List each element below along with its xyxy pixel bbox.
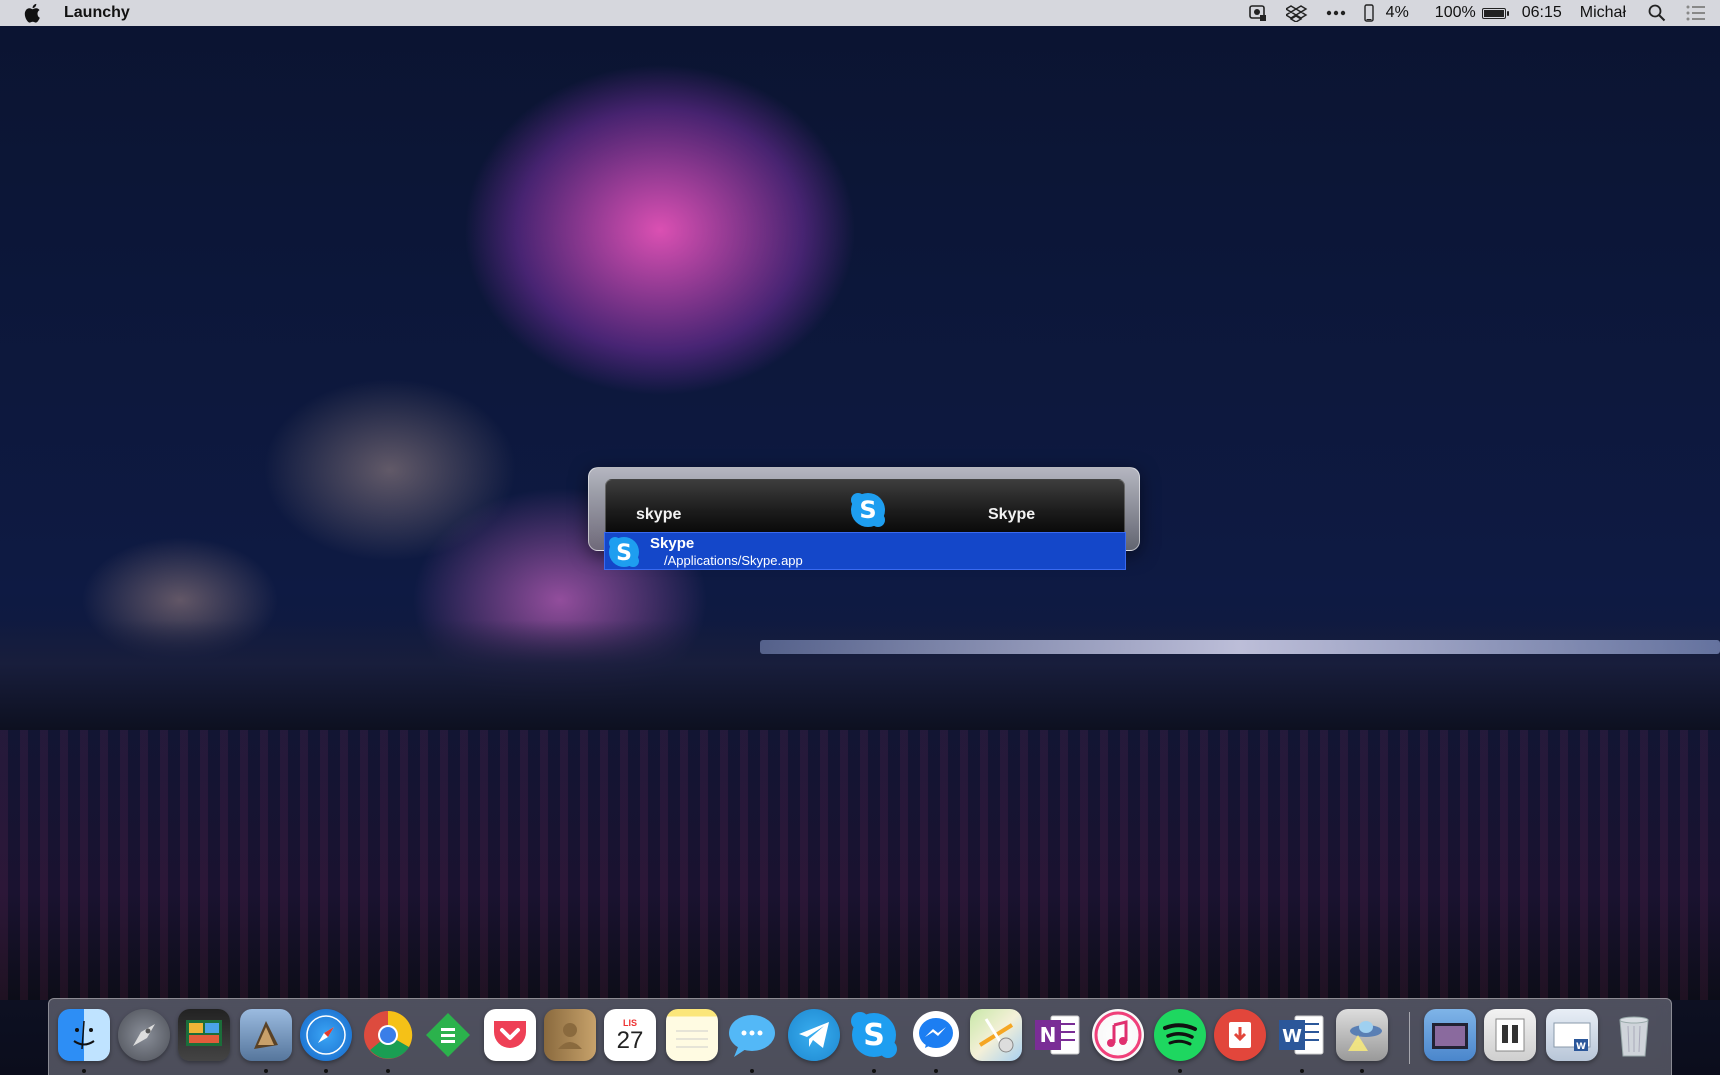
preview-status-icon[interactable] [1248, 0, 1268, 26]
search-query[interactable]: skype [636, 506, 681, 524]
results-list[interactable]: S Skype /Applications/Skype.app [604, 532, 1126, 570]
running-indicator [1360, 1069, 1364, 1073]
running-indicator [386, 1069, 390, 1073]
feedly-icon[interactable] [422, 1009, 474, 1061]
documents-stack-icon[interactable] [1484, 1009, 1536, 1061]
calendar-icon[interactable]: LIS 27 [604, 1009, 656, 1061]
calendar-day: 27 [616, 1027, 644, 1054]
skype-icon: S [607, 535, 641, 569]
trash-icon[interactable] [1608, 1009, 1660, 1061]
city-skyline [0, 620, 1720, 730]
skype-icon[interactable]: S [848, 1009, 900, 1061]
running-indicator [324, 1069, 328, 1073]
photo-slideshow-icon[interactable] [178, 1009, 230, 1061]
running-indicator [264, 1069, 268, 1073]
bay-water [0, 730, 1720, 1000]
battery-status[interactable]: 100% [1434, 0, 1509, 26]
dock-separator [1409, 1012, 1410, 1064]
menu-bar: Launchy 4% 100% 06:15 Michał [0, 0, 1720, 26]
telegram-icon[interactable] [788, 1009, 840, 1061]
svg-text:W: W [1576, 1042, 1586, 1052]
messages-icon[interactable] [726, 1009, 778, 1061]
running-indicator [82, 1069, 86, 1073]
spotify-icon[interactable] [1154, 1009, 1206, 1061]
running-indicator [1178, 1069, 1182, 1073]
mail-icon[interactable] [240, 1009, 292, 1061]
battery-icon [1481, 7, 1509, 19]
chrome-icon[interactable] [362, 1009, 414, 1061]
launchpad-icon[interactable] [118, 1009, 170, 1061]
running-indicator [750, 1069, 754, 1073]
running-indicator [1300, 1069, 1304, 1073]
launchy-input-panel[interactable]: skype S Skype [605, 479, 1125, 539]
bridge [760, 640, 1720, 654]
messenger-icon[interactable] [910, 1009, 962, 1061]
more-icon[interactable] [1326, 0, 1346, 26]
best-match-name: Skype [988, 506, 1036, 523]
svg-text:S: S [616, 541, 632, 566]
finder-icon[interactable] [58, 1009, 110, 1061]
battery-percent: 100% [1434, 4, 1476, 21]
pocket-icon[interactable] [484, 1009, 536, 1061]
active-app-name[interactable]: Launchy [64, 4, 130, 22]
result-name: Skype [650, 535, 695, 552]
safari-icon[interactable] [300, 1009, 352, 1061]
contacts-icon[interactable] [544, 1009, 596, 1061]
svg-text:S: S [859, 496, 876, 524]
pdf-icon[interactable] [1214, 1009, 1266, 1061]
running-indicator [872, 1069, 876, 1073]
notification-center-icon[interactable] [1686, 0, 1706, 26]
skype-icon: S [850, 492, 886, 528]
svg-text:W: W [1282, 1026, 1302, 1047]
maps-icon[interactable] [970, 1009, 1022, 1061]
itunes-icon[interactable] [1092, 1009, 1144, 1061]
word-document-stack-icon[interactable]: W [1546, 1009, 1598, 1061]
user-menu[interactable]: Michał [1580, 0, 1626, 26]
notes-icon[interactable] [666, 1009, 718, 1061]
result-path: /Applications/Skype.app [664, 553, 803, 568]
dropbox-icon[interactable] [1285, 0, 1308, 26]
svg-text:S: S [863, 1018, 885, 1053]
onenote-icon[interactable]: N [1032, 1009, 1084, 1061]
svg-text:N: N [1040, 1023, 1057, 1047]
spotlight-search-icon[interactable] [1648, 0, 1666, 26]
phone-battery-icon[interactable] [1363, 0, 1374, 26]
clock[interactable]: 06:15 [1522, 0, 1562, 26]
running-indicator [934, 1069, 938, 1073]
list-item[interactable]: S Skype /Applications/Skype.app [605, 533, 1125, 569]
downloads-folder-icon[interactable] [1424, 1009, 1476, 1061]
apple-menu-icon[interactable] [22, 2, 44, 24]
status-area: 4% 100% 06:15 Michał [1230, 0, 1706, 26]
word-icon[interactable]: W [1276, 1009, 1328, 1061]
ufo-app-icon[interactable] [1336, 1009, 1388, 1061]
phone-battery-percent: 4% [1385, 4, 1409, 21]
